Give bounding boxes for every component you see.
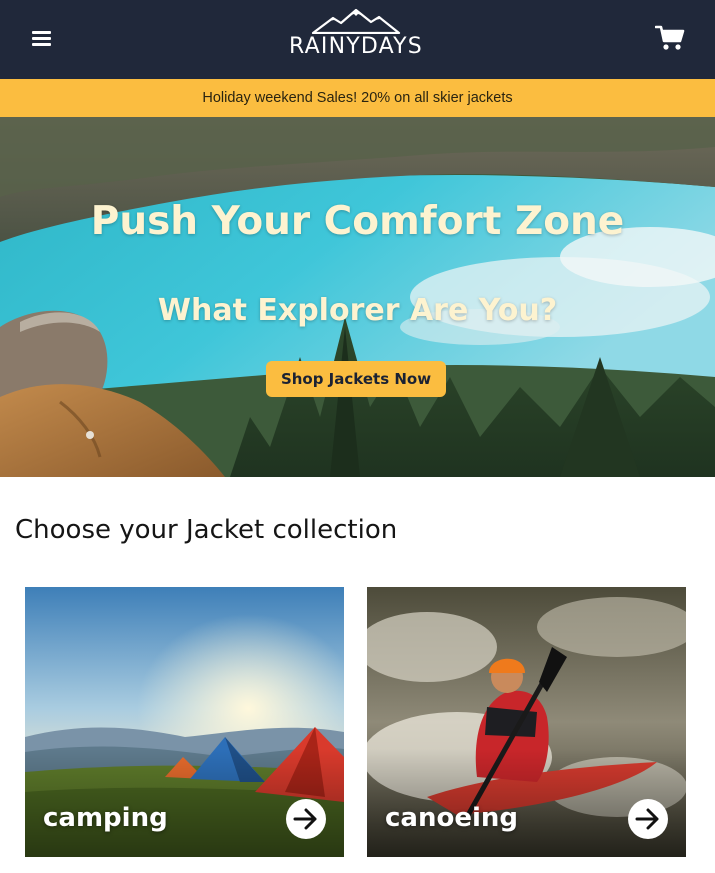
promo-text: Holiday weekend Sales! 20% on all skier … <box>202 90 513 106</box>
hero-section: Push Your Comfort Zone What Explorer Are… <box>0 117 715 477</box>
brand-logo[interactable]: RAINYDAYS <box>284 8 428 64</box>
shopping-cart-icon[interactable] <box>654 24 685 52</box>
shop-jackets-button[interactable]: Shop Jackets Now <box>266 361 446 397</box>
hero-subtitle: What Explorer Are You? <box>157 293 558 328</box>
brand-name: RAINYDAYS <box>289 34 423 59</box>
arrow-right-icon[interactable] <box>286 799 326 839</box>
collection-card-canoeing[interactable]: canoeing <box>367 587 686 857</box>
collection-card-camping[interactable]: camping <box>25 587 344 857</box>
arrow-right-icon[interactable] <box>628 799 668 839</box>
hamburger-menu-icon[interactable] <box>27 24 55 54</box>
collection-heading: Choose your Jacket collection <box>15 515 398 545</box>
mountain-logo-icon <box>311 8 401 34</box>
hero-title: Push Your Comfort Zone <box>90 199 625 244</box>
collection-card-label: canoeing <box>385 803 518 833</box>
collection-card-label: camping <box>43 803 168 833</box>
promo-banner[interactable]: Holiday weekend Sales! 20% on all skier … <box>0 79 715 117</box>
shop-jackets-label: Shop Jackets Now <box>280 370 432 388</box>
site-header: RAINYDAYS <box>0 0 715 79</box>
